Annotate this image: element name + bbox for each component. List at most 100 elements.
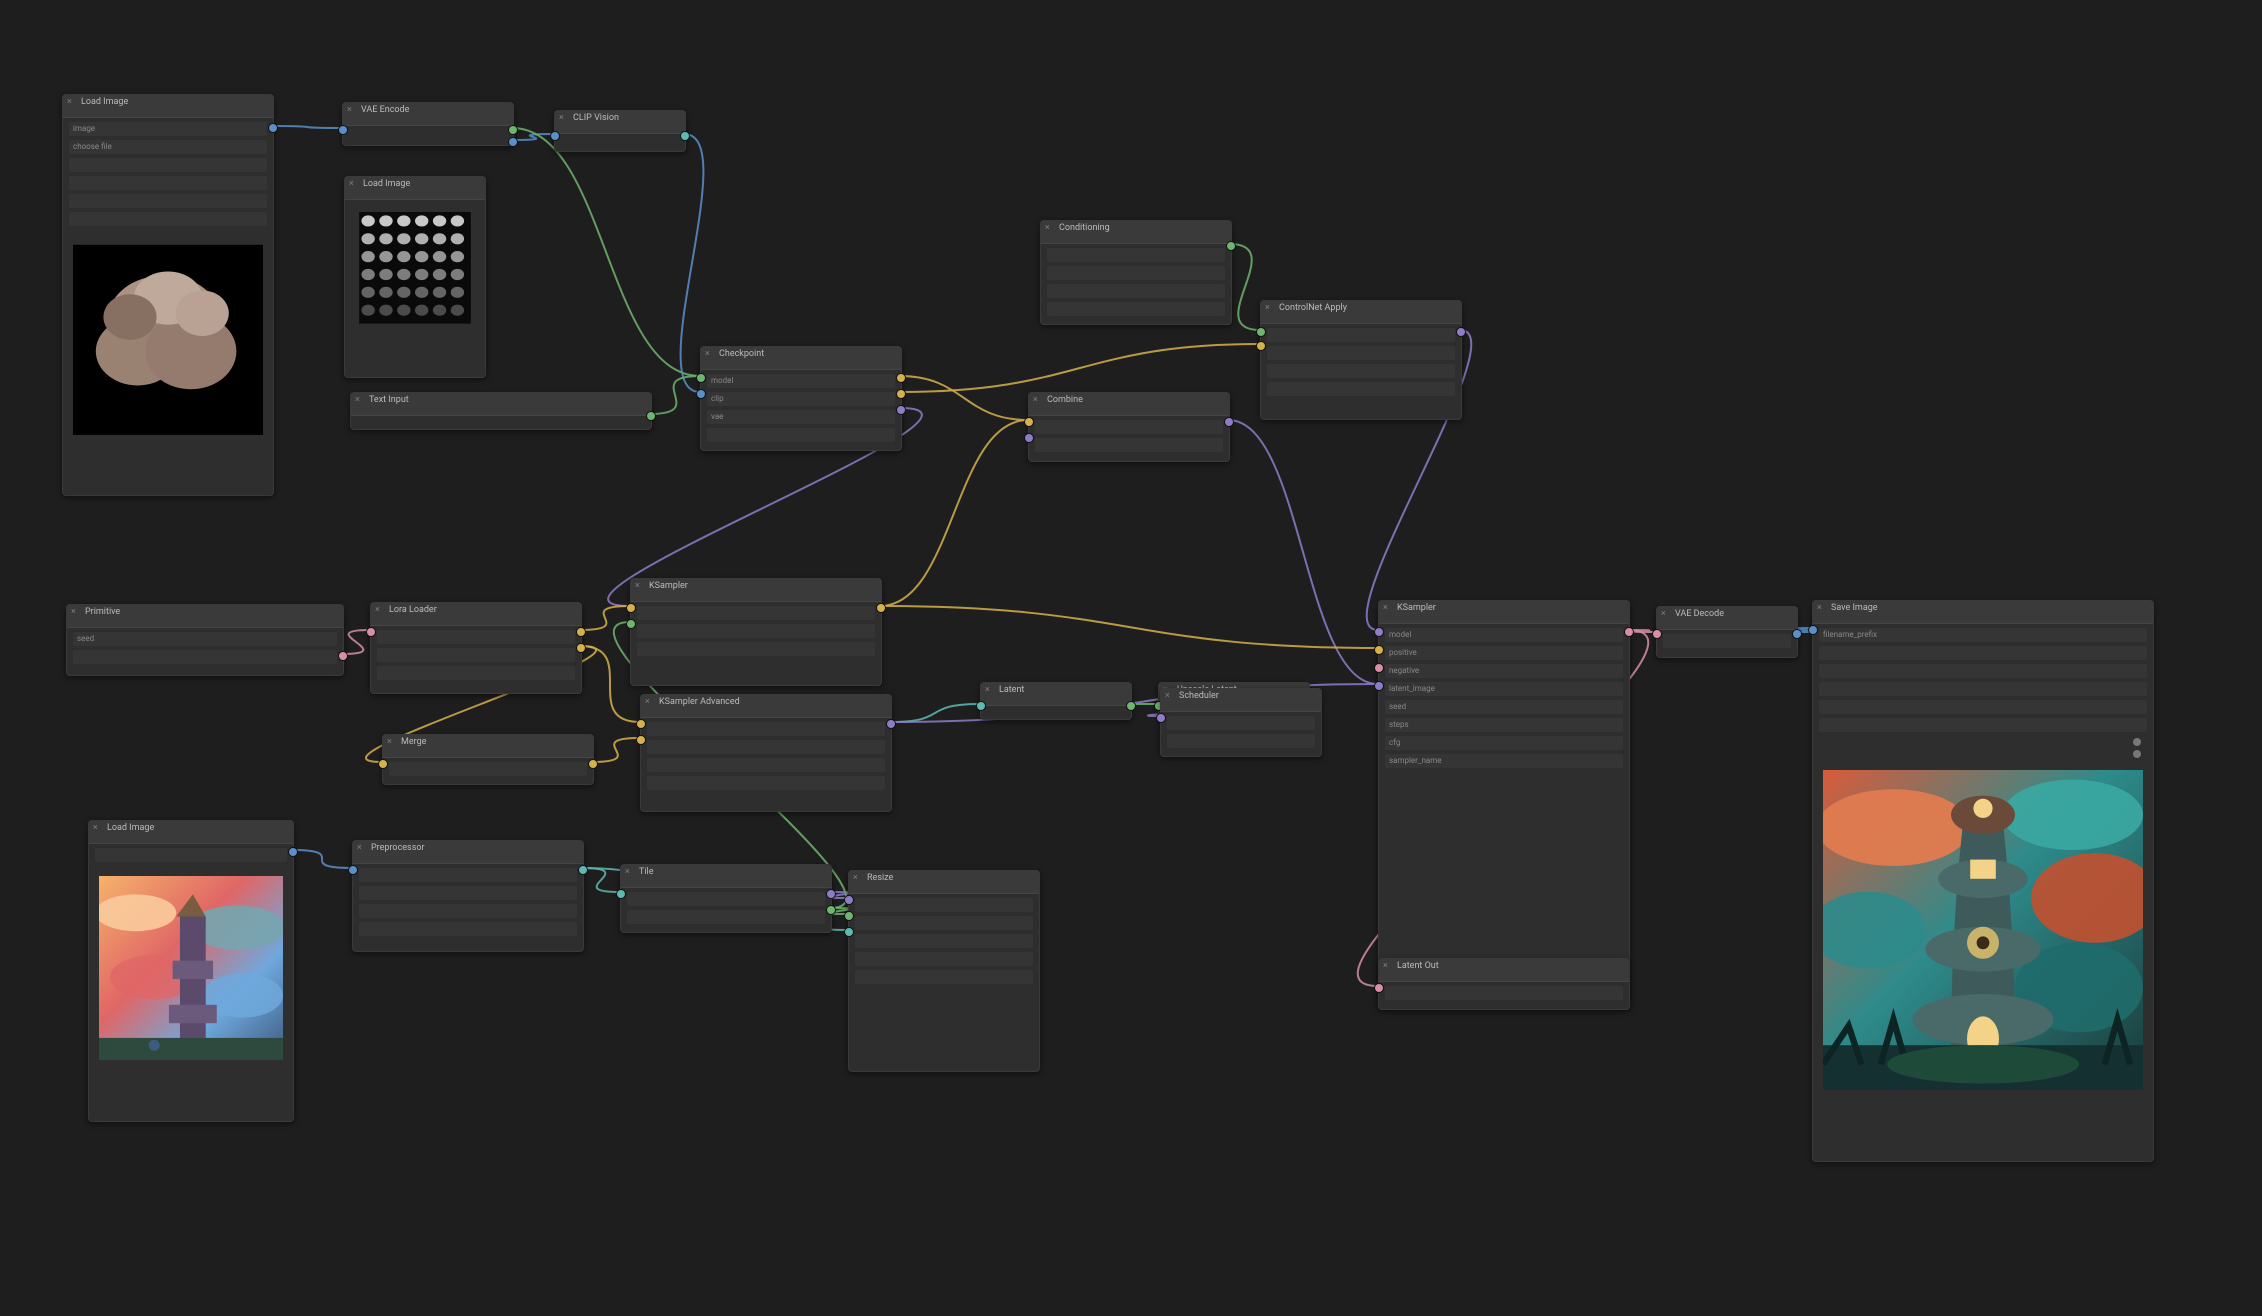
input-port[interactable] (636, 719, 646, 729)
node-row[interactable] (69, 212, 267, 226)
node-row[interactable] (855, 916, 1033, 930)
node-row[interactable] (359, 886, 577, 900)
node-row[interactable]: positive (1385, 646, 1623, 660)
node-n_cond1[interactable]: ×Conditioning (1040, 220, 1232, 325)
input-port[interactable] (378, 759, 388, 769)
node-header[interactable]: ×VAE Decode (1657, 607, 1797, 630)
output-port[interactable] (508, 125, 518, 135)
input-port[interactable] (844, 911, 854, 921)
input-port[interactable] (616, 889, 626, 899)
input-port[interactable] (696, 373, 706, 383)
output-port[interactable] (896, 389, 906, 399)
node-row[interactable] (1047, 248, 1225, 262)
close-icon[interactable]: × (853, 874, 861, 882)
close-icon[interactable]: × (93, 824, 101, 832)
node-row[interactable]: cfg (1385, 736, 1623, 750)
close-icon[interactable]: × (635, 582, 643, 590)
edge[interactable] (900, 344, 1260, 392)
edge[interactable] (1228, 420, 1378, 684)
node-header[interactable]: ×KSampler Advanced (641, 695, 891, 718)
node-header[interactable]: ×KSampler (1379, 601, 1629, 624)
close-icon[interactable]: × (1033, 396, 1041, 404)
output-port[interactable] (268, 123, 278, 133)
edge[interactable] (890, 704, 980, 722)
close-icon[interactable]: × (347, 106, 355, 114)
node-n_seed[interactable]: ×Primitiveseed (66, 604, 344, 676)
node-n_bigfoot[interactable]: ×Latent Out (1378, 958, 1630, 1010)
node-header[interactable]: ×Conditioning (1041, 221, 1231, 244)
edge[interactable] (592, 738, 640, 762)
output-port[interactable] (1126, 701, 1136, 711)
node-row[interactable] (647, 776, 885, 790)
node-row[interactable]: sampler_name (1385, 754, 1623, 768)
node-row[interactable] (855, 952, 1033, 966)
node-row[interactable] (627, 910, 825, 924)
input-port[interactable] (626, 619, 636, 629)
node-row[interactable] (627, 892, 825, 906)
node-header[interactable]: ×Scheduler (1161, 689, 1321, 712)
edge[interactable] (900, 376, 1028, 420)
node-row[interactable] (377, 666, 575, 680)
node-row[interactable] (1047, 266, 1225, 280)
output-port[interactable] (578, 865, 588, 875)
output-port[interactable] (1624, 627, 1634, 637)
edge[interactable] (512, 134, 554, 140)
output-port[interactable] (338, 651, 348, 661)
node-graph-canvas[interactable]: ×Load Imageimagechoose file ×VAE Encode×… (0, 0, 2262, 1316)
node-row[interactable]: model (707, 374, 895, 388)
option-dot-icon[interactable] (2133, 738, 2141, 746)
input-port[interactable] (338, 125, 348, 135)
node-row[interactable] (647, 722, 885, 736)
output-port[interactable] (680, 131, 690, 141)
node-n_clip1[interactable]: ×CLIP Vision (554, 110, 686, 152)
node-n_txt1[interactable]: ×Text Input (350, 392, 652, 430)
node-row[interactable] (637, 624, 875, 638)
node-n_sheet[interactable]: ×Load Image (344, 176, 486, 378)
close-icon[interactable]: × (625, 868, 633, 876)
node-row[interactable] (1047, 302, 1225, 316)
input-port[interactable] (1374, 645, 1384, 655)
input-port[interactable] (1374, 663, 1384, 673)
node-row[interactable]: negative (1385, 664, 1623, 678)
output-port[interactable] (886, 719, 896, 729)
node-row[interactable] (1267, 346, 1455, 360)
close-icon[interactable]: × (645, 698, 653, 706)
input-port[interactable] (1156, 713, 1166, 723)
output-port[interactable] (896, 373, 906, 383)
input-port[interactable] (976, 701, 986, 711)
node-n_resize[interactable]: ×Resize (848, 870, 1040, 1072)
input-port[interactable] (844, 927, 854, 937)
close-icon[interactable]: × (67, 98, 75, 106)
node-header[interactable]: ×Text Input (351, 393, 651, 416)
input-port[interactable] (1024, 433, 1034, 443)
node-header[interactable]: ×Primitive (67, 605, 343, 628)
node-header[interactable]: ×VAE Encode (343, 103, 513, 126)
node-row[interactable] (855, 898, 1033, 912)
node-row[interactable] (1663, 634, 1791, 648)
node-row[interactable] (1267, 328, 1455, 342)
node-row[interactable]: filename_prefix (1819, 628, 2147, 642)
input-port[interactable] (626, 603, 636, 613)
node-n_big[interactable]: ×KSamplermodelpositivenegativelatent_ima… (1378, 600, 1630, 1002)
output-port[interactable] (1226, 241, 1236, 251)
node-row[interactable] (1267, 382, 1455, 396)
edge[interactable] (580, 606, 630, 630)
node-n_vae1[interactable]: ×VAE Encode (342, 102, 514, 146)
node-row[interactable]: latent_image (1385, 682, 1623, 696)
edge[interactable] (1230, 244, 1260, 330)
node-row[interactable] (1167, 734, 1315, 748)
node-row[interactable]: seed (1385, 700, 1623, 714)
input-port[interactable] (844, 895, 854, 905)
output-port[interactable] (896, 405, 906, 415)
node-n_model[interactable]: ×Checkpointmodelclipvae (700, 346, 902, 451)
input-port[interactable] (636, 735, 646, 745)
close-icon[interactable]: × (985, 686, 993, 694)
input-port[interactable] (1256, 341, 1266, 351)
node-header[interactable]: ×Preprocessor (353, 841, 583, 864)
node-row[interactable] (637, 606, 875, 620)
close-icon[interactable]: × (355, 396, 363, 404)
node-row[interactable] (1819, 700, 2147, 714)
node-header[interactable]: ×Resize (849, 871, 1039, 894)
output-port[interactable] (576, 643, 586, 653)
output-port[interactable] (826, 889, 836, 899)
